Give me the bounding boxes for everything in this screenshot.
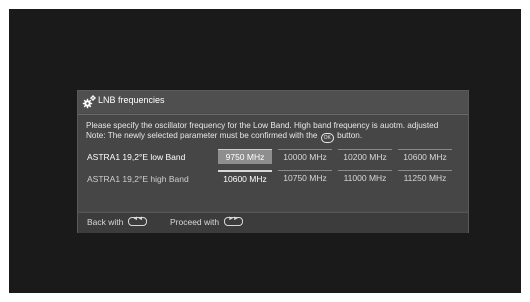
high-band-option-11000[interactable]: 11000 MHz [338, 170, 392, 185]
high-band-label: ASTRA1 19,2°E high Band [87, 174, 189, 184]
high-band-option-11250[interactable]: 11250 MHz [398, 170, 452, 185]
proceed-hint[interactable]: Proceed with ►► [170, 216, 243, 227]
rewind-key-icon: ◄◄ [127, 216, 147, 226]
low-band-option-9750[interactable]: 9750 MHz [218, 149, 272, 164]
description-line-2: Note: The newly selected parameter must … [86, 131, 362, 143]
proceed-label: Proceed with [170, 217, 220, 227]
description-note-end: button. [337, 131, 363, 140]
low-band-option-10600[interactable]: 10600 MHz [398, 149, 452, 164]
forward-key-icon: ►► [223, 216, 243, 226]
description-line-1: Please specify the oscillator frequency … [86, 121, 439, 130]
high-band-option-10750[interactable]: 10750 MHz [278, 170, 332, 185]
lnb-frequencies-dialog: LNB frequencies Please specify the oscil… [77, 90, 469, 233]
high-band-option-10600[interactable]: 10600 MHz [218, 170, 272, 186]
low-band-option-10000[interactable]: 10000 MHz [278, 149, 332, 164]
back-label: Back with [87, 217, 124, 227]
description-note: Note: The newly selected parameter must … [86, 131, 318, 140]
dialog-header: LNB frequencies [78, 91, 468, 113]
tv-screen: LNB frequencies Please specify the oscil… [9, 9, 521, 293]
dialog-body: Please specify the oscillator frequency … [78, 114, 468, 211]
low-band-option-10200[interactable]: 10200 MHz [338, 149, 392, 164]
dialog-title: LNB frequencies [98, 95, 165, 105]
low-band-label: ASTRA1 19,2°E low Band [87, 152, 186, 162]
dialog-footer: Back with ◄◄ Proceed with ►► [78, 212, 468, 233]
gear-icon [82, 95, 96, 109]
ok-button-icon: OK [320, 133, 334, 143]
back-hint[interactable]: Back with ◄◄ [87, 216, 147, 227]
